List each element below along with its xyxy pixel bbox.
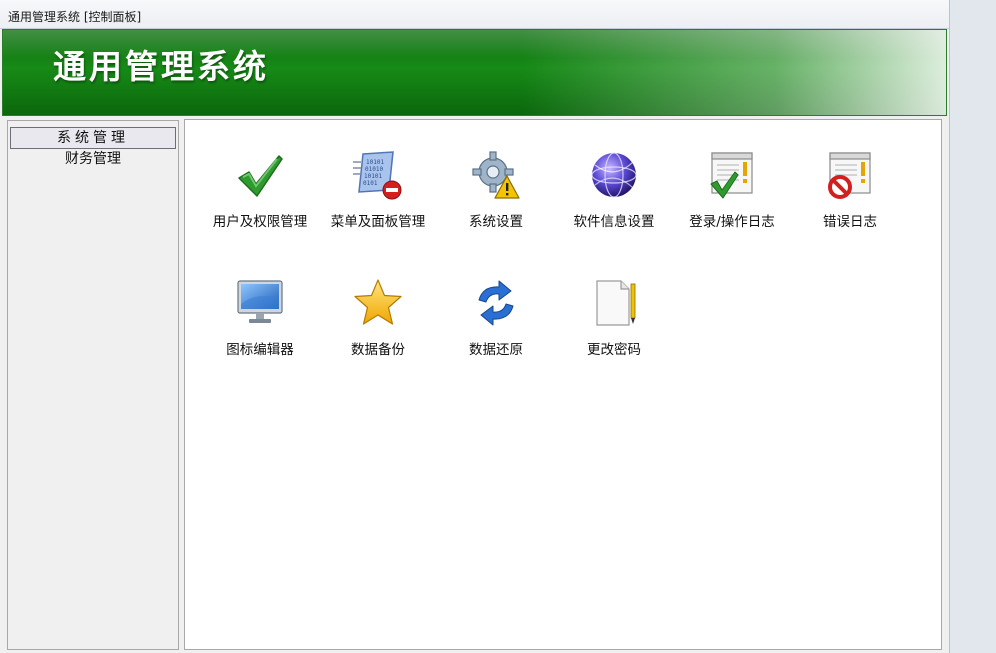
svg-text:10101: 10101 <box>364 173 382 180</box>
app-window: 通用管理系统 [控制面板] 通用管理系统 系统管理 财务管理 用户及权限管理 1… <box>0 0 950 653</box>
tile-error-log[interactable]: 错误日志 <box>790 150 910 250</box>
log-error-icon <box>828 152 871 199</box>
monitor-icon <box>237 280 283 323</box>
binary-document-no-entry-icon: 10101 01010 10101 0101 <box>353 151 402 200</box>
checkmark-icon <box>238 155 283 197</box>
title-bar[interactable]: 通用管理系统 [控制面板] <box>0 0 949 29</box>
tile-label: 更改密码 <box>587 342 641 358</box>
tile-menu-panel[interactable]: 10101 01010 10101 0101 菜单及面板管理 <box>318 150 438 250</box>
tile-data-restore[interactable]: 数据还原 <box>436 278 556 378</box>
header-banner: 通用管理系统 <box>2 29 947 116</box>
tile-system-settings[interactable]: 系统设置 <box>436 150 556 250</box>
tile-icon-editor[interactable]: 图标编辑器 <box>200 278 320 378</box>
sidebar: 系统管理 财务管理 <box>7 120 179 650</box>
svg-text:0101: 0101 <box>363 180 378 187</box>
tile-data-backup[interactable]: 数据备份 <box>318 278 438 378</box>
tile-user-permission[interactable]: 用户及权限管理 <box>200 150 320 250</box>
tile-label: 错误日志 <box>823 214 877 230</box>
globe-icon <box>591 152 637 198</box>
star-icon <box>354 279 402 325</box>
tile-software-info[interactable]: 软件信息设置 <box>554 150 674 250</box>
banner-title: 通用管理系统 <box>53 47 269 86</box>
window-title: 通用管理系统 [控制面板] <box>8 10 142 24</box>
document-pencil-icon <box>596 280 636 326</box>
sidebar-item-system-management[interactable]: 系统管理 <box>10 127 176 149</box>
log-check-icon <box>710 152 753 199</box>
tile-login-log[interactable]: 登录/操作日志 <box>672 150 792 250</box>
svg-text:10101: 10101 <box>366 159 384 166</box>
gear-warning-icon <box>472 151 520 199</box>
sidebar-item-finance-management[interactable]: 财务管理 <box>10 149 176 171</box>
control-panel: 用户及权限管理 10101 01010 10101 0101 菜单及面板管理 系… <box>184 119 942 650</box>
refresh-arrows-icon <box>478 280 514 326</box>
svg-text:01010: 01010 <box>365 166 383 173</box>
tile-change-password[interactable]: 更改密码 <box>554 278 674 378</box>
